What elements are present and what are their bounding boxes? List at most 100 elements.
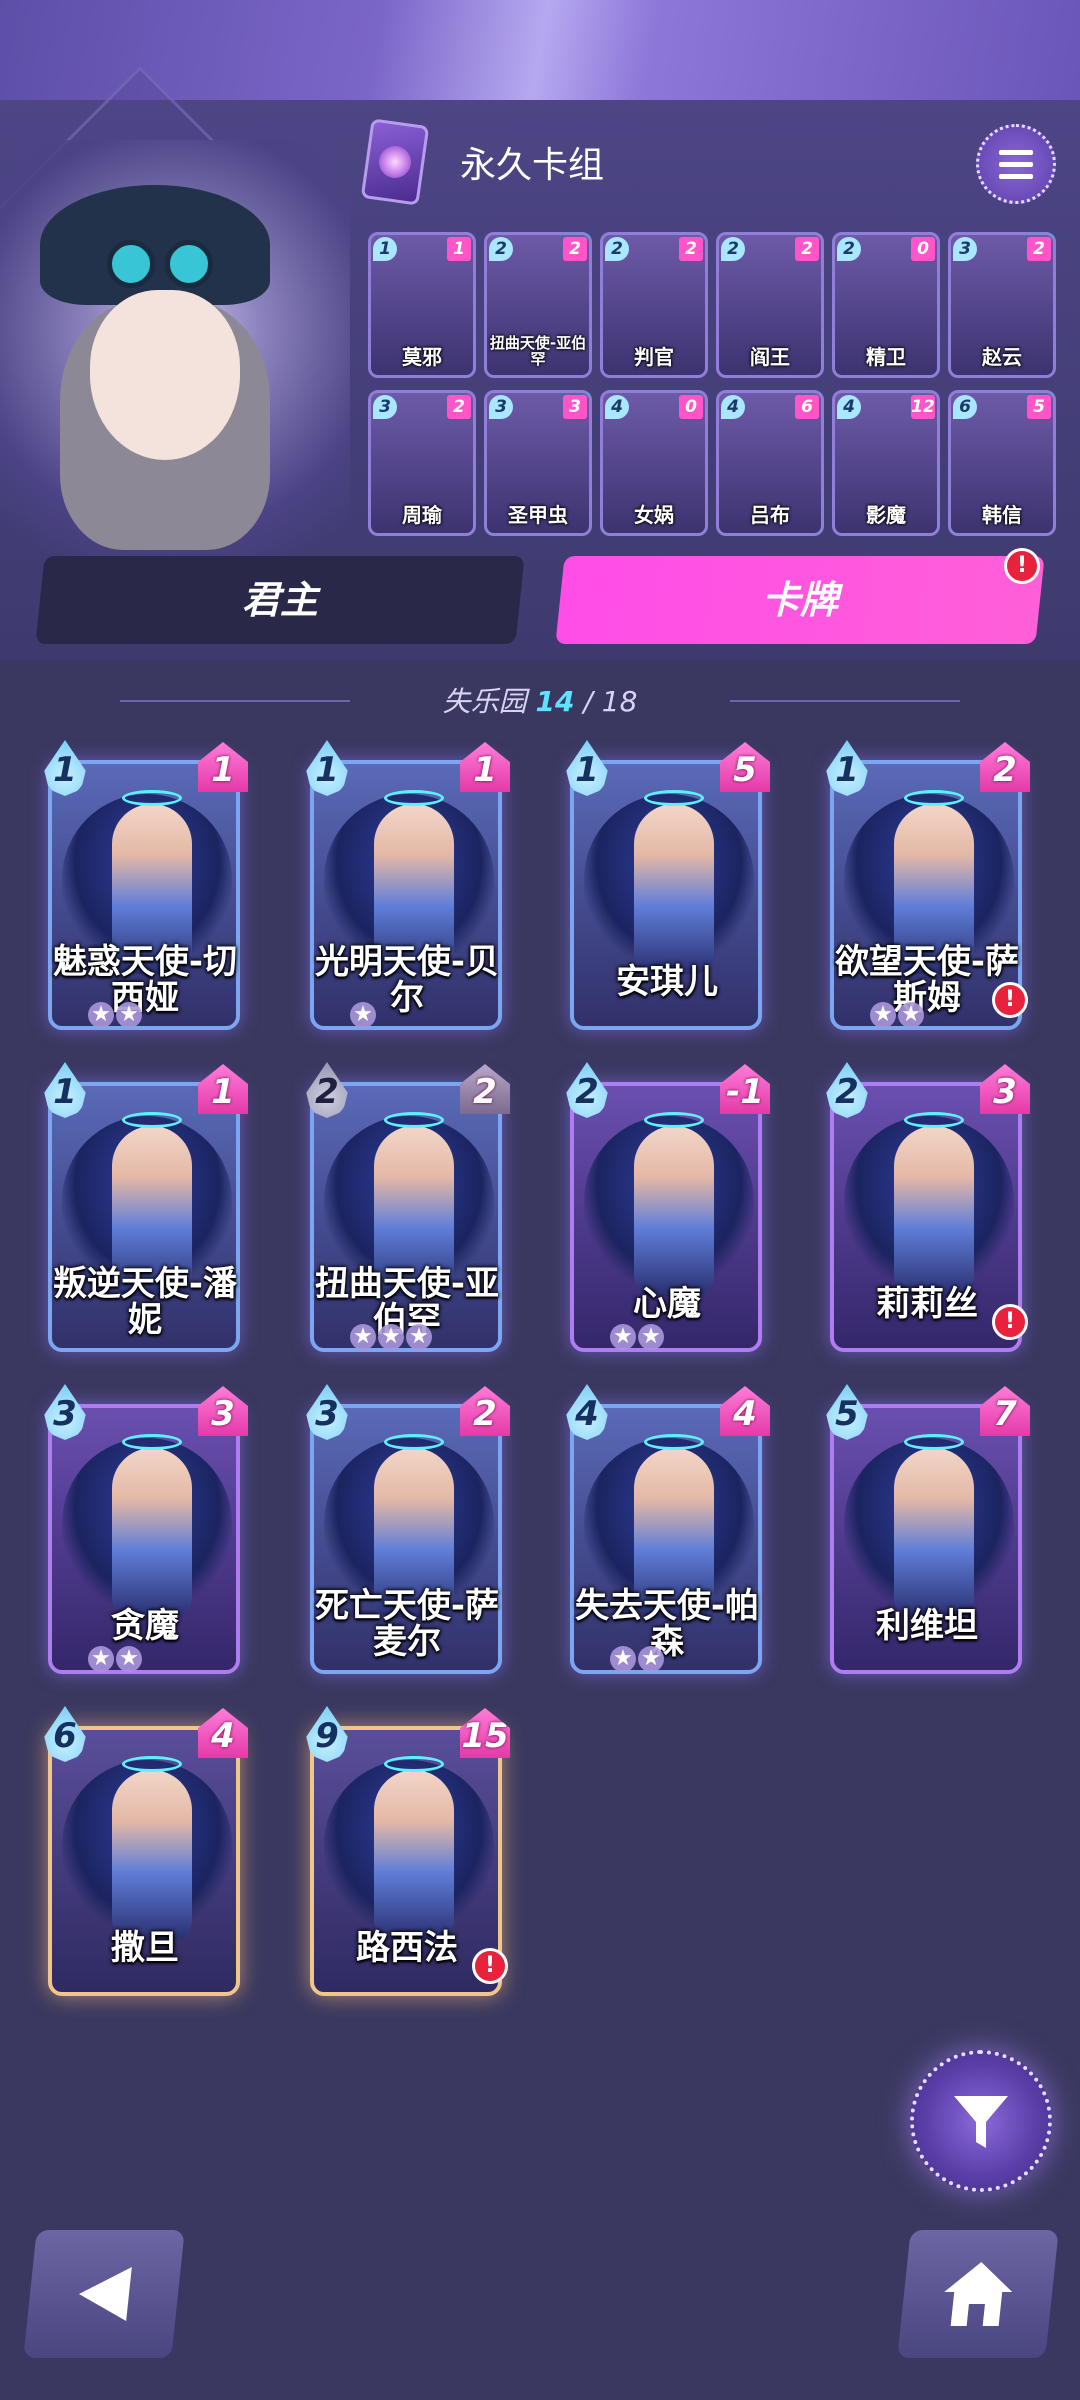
deck-card[interactable]: 3 2 赵云 <box>948 232 1056 378</box>
card[interactable]: 1 2 欲望天使-萨斯姆 ★ ★! <box>810 734 1030 1034</box>
card[interactable]: 5 7 利维坦 <box>810 1378 1030 1678</box>
card-power: 7 <box>980 1386 1030 1436</box>
card-name: 莫邪 <box>402 345 442 369</box>
card[interactable]: 2 3 莉莉丝! <box>810 1056 1030 1356</box>
card-cost: 1 <box>373 237 397 261</box>
card-alert-badge: ! <box>992 1304 1028 1340</box>
deck-card[interactable]: 3 2 周瑜 <box>368 390 476 536</box>
card[interactable]: 1 1 光明天使-贝尔 ★ <box>290 734 510 1034</box>
card-name: 圣甲虫 <box>508 503 568 527</box>
star-icon: ★ <box>610 1646 636 1672</box>
halo-icon <box>904 790 964 806</box>
star-icon: ★ <box>88 1002 114 1028</box>
card-stars: ★ ★ <box>610 1324 664 1350</box>
card-power: 2 <box>460 1064 510 1114</box>
collection-title: 失乐园 14 / 18 <box>0 680 1080 720</box>
deck-card[interactable]: 6 5 韩信 <box>948 390 1056 536</box>
back-button[interactable] <box>23 2230 185 2358</box>
deck-card[interactable]: 4 0 女娲 <box>600 390 708 536</box>
card-cost: 4 <box>837 395 861 419</box>
card-power: 5 <box>1027 395 1051 419</box>
tab-lord[interactable]: 君主 <box>35 556 525 644</box>
card[interactable]: 6 4 撒旦 <box>28 1700 248 2000</box>
card-name: 利维坦 <box>876 1606 978 1646</box>
tab-lord-label: 君主 <box>241 578 318 622</box>
deck-card[interactable]: 1 1 莫邪 <box>368 232 476 378</box>
card-power: 2 <box>795 237 819 261</box>
card[interactable]: 3 3 贪魔 ★ ★ <box>28 1378 248 1678</box>
collection-separator: / <box>583 685 593 718</box>
card-name: 吕布 <box>750 503 790 527</box>
card-power: 2 <box>563 237 587 261</box>
card-power: 2 <box>1027 237 1051 261</box>
hero-goggles <box>100 240 220 290</box>
card-name: 精卫 <box>866 345 906 369</box>
halo-icon <box>904 1434 964 1450</box>
card-name: 贪魔 <box>111 1606 179 1646</box>
filter-button[interactable] <box>910 2050 1052 2192</box>
deck-card[interactable]: 2 2 判官 <box>600 232 708 378</box>
card[interactable]: 9 15 路西法! <box>290 1700 510 2000</box>
card-name: 韩信 <box>982 503 1022 527</box>
card-name: 赵云 <box>982 345 1022 369</box>
card-power: -1 <box>720 1064 770 1114</box>
card-power: 4 <box>198 1708 248 1758</box>
star-icon: ★ <box>378 1324 404 1350</box>
card-power: 1 <box>198 1064 248 1114</box>
home-button[interactable] <box>897 2230 1059 2358</box>
card-power: 12 <box>911 395 935 419</box>
menu-button[interactable] <box>976 124 1056 204</box>
halo-icon <box>384 1756 444 1772</box>
card-cost: 6 <box>953 395 977 419</box>
deck-card[interactable]: 4 6 吕布 <box>716 390 824 536</box>
star-icon: ★ <box>88 1646 114 1672</box>
card-art-figure <box>634 1126 714 1296</box>
card-power: 4 <box>720 1386 770 1436</box>
card[interactable]: 2 2 扭曲天使-亚伯罕 ★ ★ ★ <box>290 1056 510 1356</box>
star-icon: ★ <box>610 1324 636 1350</box>
card[interactable]: 4 4 失去天使-帕森 ★ ★ <box>550 1378 770 1678</box>
tab-alert-badge: ! <box>1004 548 1040 584</box>
star-icon: ★ <box>638 1646 664 1672</box>
deck-card[interactable]: 2 2 阎王 <box>716 232 824 378</box>
card-cost: 3 <box>489 395 513 419</box>
card-art-figure <box>112 1770 192 1940</box>
star-icon: ★ <box>350 1324 376 1350</box>
card-name: 叛逆天使-潘妮 <box>52 1264 238 1340</box>
deck-card[interactable]: 3 3 圣甲虫 <box>484 390 592 536</box>
halo-icon <box>644 790 704 806</box>
halo-icon <box>122 1112 182 1128</box>
card[interactable]: 1 1 魅惑天使-切西娅 ★ ★ <box>28 734 248 1034</box>
card[interactable]: 2 -1 心魔 ★ ★ <box>550 1056 770 1356</box>
card-art-figure <box>112 1448 192 1618</box>
card-cost: 4 <box>605 395 629 419</box>
tab-cards[interactable]: 卡牌 <box>555 556 1045 644</box>
card-stars: ★ ★ <box>88 1002 142 1028</box>
halo-icon <box>122 1434 182 1450</box>
card-name: 失去天使-帕森 <box>574 1586 760 1662</box>
card-name: 阎王 <box>750 345 790 369</box>
card-cost: 2 <box>837 237 861 261</box>
card-alert-badge: ! <box>992 982 1028 1018</box>
card-power: 1 <box>447 237 471 261</box>
deck-card[interactable]: 4 12 影魔 <box>832 390 940 536</box>
star-icon: ★ <box>898 1002 924 1028</box>
card-power: 0 <box>679 395 703 419</box>
deck-card[interactable]: 2 0 精卫 <box>832 232 940 378</box>
card[interactable]: 3 2 死亡天使-萨麦尔 <box>290 1378 510 1678</box>
collection-total: 18 <box>601 685 638 718</box>
tab-cards-label: 卡牌 <box>761 578 838 622</box>
card-power: 3 <box>563 395 587 419</box>
card-name: 判官 <box>634 345 674 369</box>
deck-card[interactable]: 2 2 扭曲天使-亚伯罕 <box>484 232 592 378</box>
card-name: 扭曲天使-亚伯罕 <box>489 334 587 368</box>
card-power: 2 <box>460 1386 510 1436</box>
card-name: 死亡天使-萨麦尔 <box>314 1586 500 1662</box>
halo-icon <box>644 1112 704 1128</box>
card-stars: ★ ★ <box>610 1646 664 1672</box>
card[interactable]: 1 5 安琪儿 <box>550 734 770 1034</box>
card[interactable]: 1 1 叛逆天使-潘妮 <box>28 1056 248 1356</box>
card-art-figure <box>374 1770 454 1940</box>
card-stars: ★ ★ ★ <box>350 1324 432 1350</box>
card-power: 5 <box>720 742 770 792</box>
